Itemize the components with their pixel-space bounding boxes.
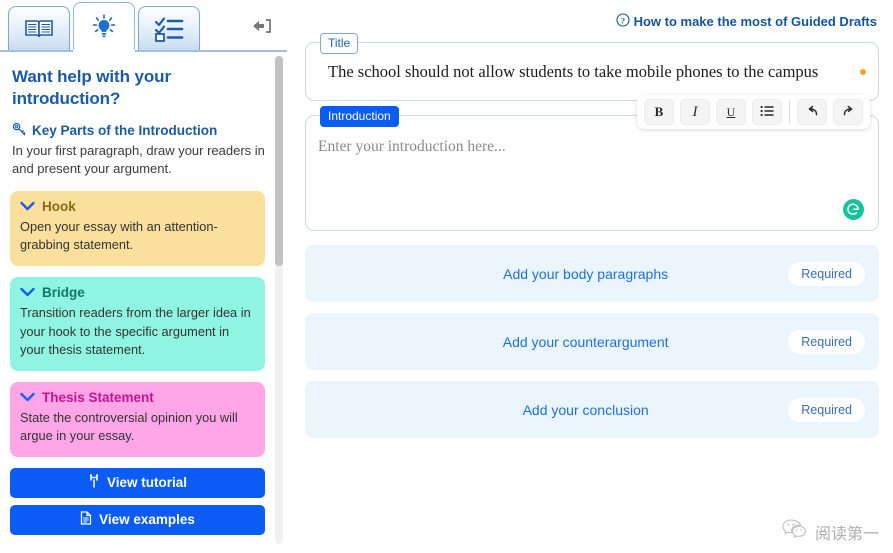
- introduction-field-label: Introduction: [320, 106, 399, 127]
- document-icon: [80, 511, 92, 528]
- body-paragraphs-required-badge: Required: [788, 261, 865, 286]
- part-card-bridge[interactable]: Bridge Transition readers from the large…: [10, 277, 265, 371]
- undo-icon: [805, 105, 820, 120]
- italic-icon: I: [692, 103, 698, 120]
- bold-icon: B: [654, 104, 664, 119]
- redo-button[interactable]: [833, 99, 863, 125]
- sidebar-subheading-label: Key Parts of the Introduction: [32, 123, 218, 138]
- part-card-thesis-header[interactable]: Thesis Statement: [20, 390, 255, 405]
- view-examples-label: View examples: [99, 512, 195, 528]
- bulleted-list-icon: [760, 105, 774, 120]
- part-card-hook-header[interactable]: Hook: [20, 199, 255, 214]
- sidebar-heading: Want help with your introduction?: [12, 67, 171, 108]
- rich-text-toolbar: B I U: [637, 95, 870, 129]
- chevron-down-icon: [20, 390, 35, 405]
- add-counterargument-label: Add your counterargument: [502, 333, 669, 350]
- tutorial-icon: [88, 474, 100, 491]
- undo-button[interactable]: [797, 99, 827, 125]
- view-examples-button[interactable]: View examples: [10, 504, 265, 535]
- guided-drafts-help-label: How to make the most of Guided Drafts: [633, 13, 877, 29]
- open-book-icon: [24, 17, 54, 41]
- underline-icon: U: [726, 104, 736, 119]
- add-conclusion-label: Add your conclusion: [522, 401, 649, 418]
- wechat-watermark-text: 阅读第一: [814, 523, 879, 543]
- title-status-dot: [860, 68, 866, 75]
- part-card-thesis-title: Thesis Statement: [42, 389, 154, 405]
- title-field[interactable]: Title The school should not allow studen…: [305, 33, 879, 101]
- wechat-watermark: 阅读第一: [782, 518, 879, 545]
- conclusion-required-badge: Required: [788, 397, 865, 422]
- counterargument-required-badge: Required: [788, 329, 865, 354]
- part-card-bridge-header[interactable]: Bridge: [20, 285, 255, 300]
- collapse-panel-button[interactable]: [249, 16, 275, 40]
- title-field-label: Title: [320, 33, 359, 54]
- title-field-value[interactable]: The school should not allow students to …: [306, 62, 836, 82]
- add-counterargument-card[interactable]: Add your counterargument Required: [305, 313, 879, 370]
- tab-ideas[interactable]: [73, 2, 135, 53]
- add-body-paragraphs-card[interactable]: Add your body paragraphs Required: [305, 245, 879, 302]
- underline-button[interactable]: U: [716, 99, 746, 125]
- sidebar-description: In your first paragraph, draw your reade…: [12, 142, 265, 177]
- left-sidebar-panel: Want help with your introduction? Key Pa…: [0, 0, 287, 553]
- sidebar-subheading: Key Parts of the Introduction: [12, 122, 265, 140]
- part-card-hook-body: Open your essay with an attention-grabbi…: [20, 218, 218, 253]
- part-card-thesis-statement[interactable]: Thesis Statement State the controversial…: [10, 381, 265, 457]
- svg-text:?: ?: [620, 15, 624, 25]
- chevron-down-icon: [20, 199, 35, 214]
- sidebar-content: Want help with your introduction? Key Pa…: [0, 52, 287, 553]
- toolbar-separator: [789, 101, 790, 123]
- key-icon: [12, 122, 27, 140]
- editor-panel: ? How to make the most of Guided Drafts …: [287, 0, 893, 553]
- introduction-field[interactable]: Introduction B I U Enter your introducti…: [305, 95, 879, 231]
- part-card-thesis-body: State the controversial opinion you will…: [20, 409, 238, 444]
- checklist-icon: [154, 16, 184, 42]
- question-circle-icon: ?: [616, 12, 630, 30]
- part-card-hook-title: Hook: [42, 198, 76, 214]
- chevron-down-icon: [20, 285, 35, 300]
- tab-reading[interactable]: [8, 6, 70, 50]
- sidebar-tabstrip: [0, 0, 287, 53]
- add-conclusion-card[interactable]: Add your conclusion Required: [305, 381, 879, 438]
- sidebar-scrollbar[interactable]: [275, 56, 283, 544]
- wechat-icon: [782, 518, 808, 545]
- lightbulb-icon: [90, 13, 118, 41]
- guided-drafts-app: Want help with your introduction? Key Pa…: [0, 0, 893, 553]
- part-card-bridge-body: Transition readers from the larger idea …: [20, 305, 251, 358]
- guided-drafts-help-link[interactable]: ? How to make the most of Guided Drafts: [305, 0, 879, 42]
- part-card-bridge-title: Bridge: [42, 285, 85, 301]
- italic-button[interactable]: I: [680, 99, 710, 125]
- bold-button[interactable]: B: [644, 99, 674, 125]
- view-tutorial-label: View tutorial: [106, 475, 188, 491]
- redo-icon: [841, 105, 856, 120]
- view-tutorial-button[interactable]: View tutorial: [10, 467, 265, 498]
- tab-checklist[interactable]: [138, 6, 200, 50]
- collapse-panel-left-icon: [252, 18, 272, 39]
- add-body-paragraphs-label: Add your body paragraphs: [503, 265, 669, 282]
- sidebar-scrollbar-thumb[interactable]: [275, 56, 283, 266]
- grammarly-icon[interactable]: [843, 199, 864, 220]
- bulleted-list-button[interactable]: [752, 99, 782, 125]
- part-card-hook[interactable]: Hook Open your essay with an attention-g…: [10, 190, 265, 267]
